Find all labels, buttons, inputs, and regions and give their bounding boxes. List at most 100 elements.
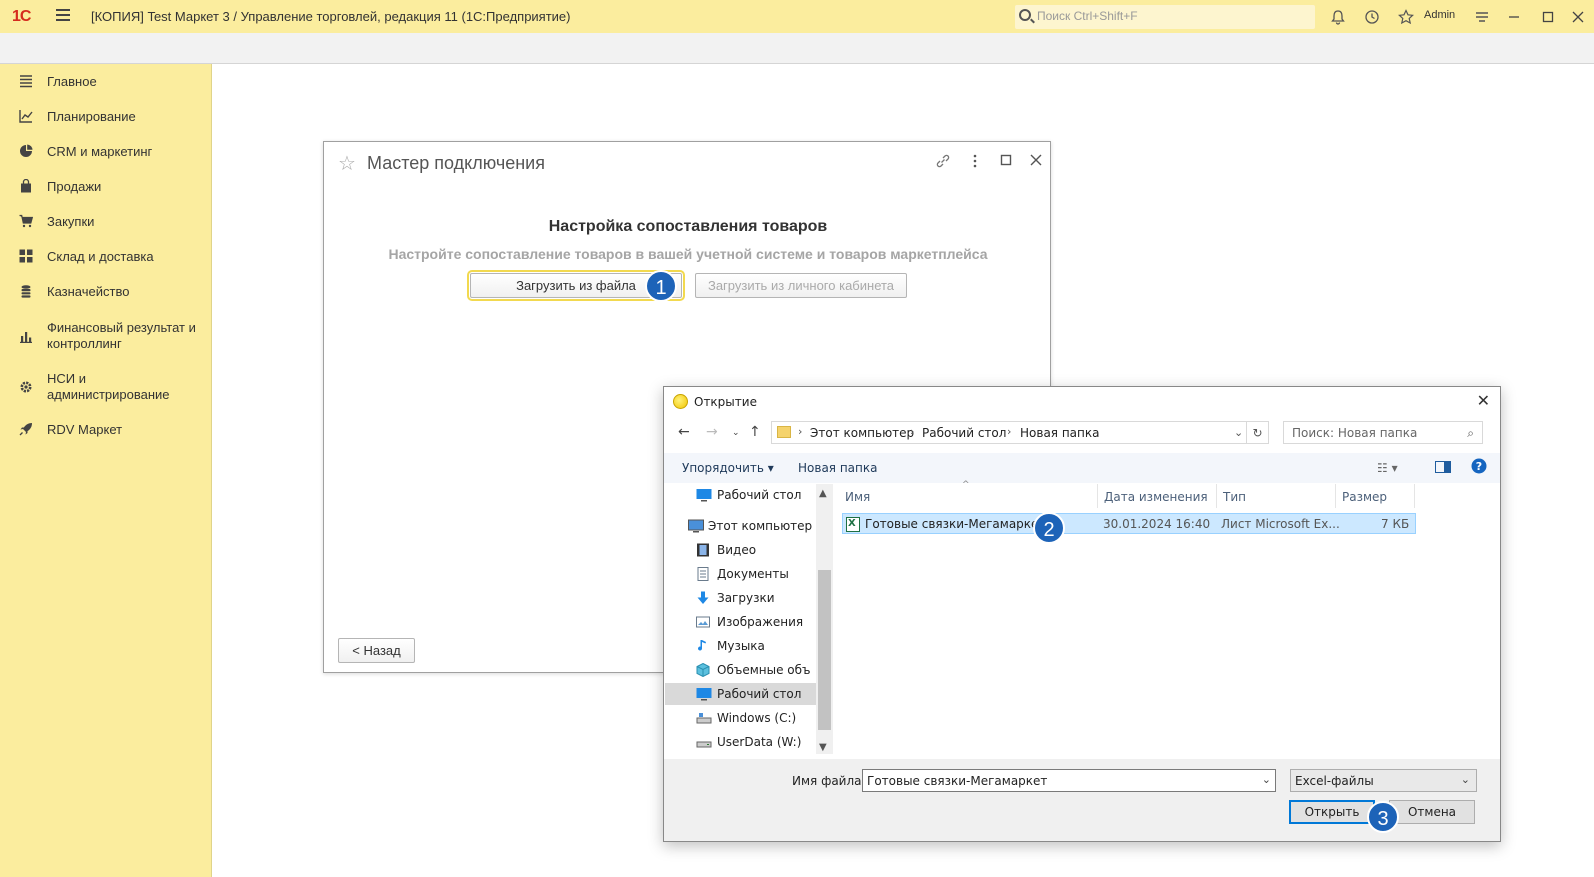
drive-icon bbox=[696, 711, 712, 725]
global-search-input[interactable]: Поиск Ctrl+Shift+F bbox=[1015, 5, 1315, 29]
music-icon bbox=[696, 639, 712, 653]
tree-item[interactable]: Музыка bbox=[665, 635, 817, 657]
new-folder-button[interactable]: Новая папка bbox=[798, 461, 877, 475]
navigation-tree: Рабочий стол Этот компьютер Видео Докуме… bbox=[665, 484, 817, 754]
tree-item[interactable]: Windows (C:) bbox=[665, 707, 817, 729]
file-date: 30.01.2024 16:40 bbox=[1103, 517, 1211, 531]
tree-scrollbar[interactable]: ▲ ▼ bbox=[816, 484, 833, 754]
tree-item-selected[interactable]: Рабочий стол bbox=[665, 683, 817, 705]
maximize-icon[interactable] bbox=[1000, 153, 1012, 169]
bag-icon bbox=[18, 178, 34, 195]
app-logo[interactable]: 1С bbox=[12, 8, 31, 26]
toolbar-strip bbox=[0, 33, 1594, 64]
bell-icon[interactable] bbox=[1328, 7, 1348, 27]
column-divider[interactable] bbox=[1335, 484, 1336, 508]
preview-pane-icon[interactable] bbox=[1435, 461, 1451, 476]
back-button[interactable]: < Назад bbox=[338, 638, 415, 663]
help-icon[interactable]: ? bbox=[1471, 458, 1487, 477]
close-icon[interactable] bbox=[1030, 153, 1042, 169]
tree-label: Загрузки bbox=[717, 591, 775, 605]
tree-label: Объемные объ bbox=[717, 663, 811, 677]
scroll-up-icon[interactable]: ▲ bbox=[819, 488, 827, 499]
scroll-thumb[interactable] bbox=[818, 570, 831, 730]
column-divider[interactable] bbox=[1414, 484, 1415, 508]
breadcrumb-separator-icon: › bbox=[910, 425, 915, 438]
chevron-down-icon: ⌄ bbox=[1460, 773, 1470, 786]
title-bar: 1С [КОПИЯ] Test Маркет 3 / Управление то… bbox=[0, 0, 1594, 33]
column-divider[interactable] bbox=[1097, 484, 1098, 508]
breadcrumb-item[interactable]: Этот компьютер bbox=[810, 426, 914, 440]
column-divider[interactable] bbox=[1216, 484, 1217, 508]
file-row[interactable]: Готовые связки-Мегамаркет 30.01.2024 16:… bbox=[842, 513, 1416, 534]
up-arrow-icon[interactable]: ↑ bbox=[749, 424, 761, 440]
tree-label: Windows (C:) bbox=[717, 711, 797, 725]
tree-label: Рабочий стол bbox=[717, 488, 802, 502]
breadcrumb-item[interactable]: Рабочий стол bbox=[922, 426, 1006, 440]
link-icon[interactable] bbox=[935, 153, 951, 172]
history-icon[interactable] bbox=[1362, 7, 1382, 27]
dialog-title: Мастер подключения bbox=[367, 153, 545, 173]
folder-icon bbox=[777, 426, 791, 438]
sidebar-item-label: Закупки bbox=[47, 214, 95, 229]
filename-input[interactable]: Готовые связки-Мегамаркет ⌄ bbox=[862, 769, 1276, 792]
tree-item[interactable]: Загрузки bbox=[665, 587, 817, 609]
open-button[interactable]: Открыть bbox=[1289, 800, 1375, 824]
step-badge: 2 bbox=[1033, 512, 1065, 544]
tree-label: Музыка bbox=[717, 639, 765, 653]
close-icon[interactable] bbox=[1568, 7, 1588, 27]
scroll-down-icon[interactable]: ▼ bbox=[819, 742, 827, 753]
filetype-select[interactable]: Excel-файлы ⌄ bbox=[1290, 769, 1477, 792]
star-icon[interactable] bbox=[1396, 7, 1416, 27]
app-icon bbox=[673, 394, 688, 409]
forward-arrow-icon[interactable]: → bbox=[706, 424, 718, 440]
breadcrumb-item[interactable]: Новая папка bbox=[1020, 426, 1099, 440]
organize-menu[interactable]: Упорядочить ▾ bbox=[682, 461, 774, 475]
command-bar: Упорядочить ▾ Новая папка ☷ ▾ ? bbox=[664, 453, 1500, 483]
more-actions-icon[interactable] bbox=[972, 153, 978, 172]
search-icon bbox=[1019, 9, 1031, 21]
column-headers: ^ Имя Дата изменения Тип Размер bbox=[842, 480, 1422, 508]
column-name[interactable]: Имя bbox=[845, 490, 870, 504]
tree-item[interactable]: Объемные объ bbox=[665, 659, 817, 681]
column-type[interactable]: Тип bbox=[1223, 490, 1246, 504]
load-from-cabinet-button[interactable]: Загрузить из личного кабинета bbox=[695, 273, 907, 298]
tree-item[interactable]: Изображения bbox=[665, 611, 817, 633]
recent-locations-chevron-icon[interactable]: ⌄ bbox=[732, 428, 740, 438]
cart-icon bbox=[18, 214, 34, 230]
tree-item[interactable]: Рабочий стол bbox=[665, 484, 817, 506]
chevron-down-icon[interactable]: ⌄ bbox=[1262, 773, 1271, 786]
tree-item[interactable]: Этот компьютер bbox=[665, 515, 817, 537]
sidebar-item-label: Склад и доставка bbox=[47, 249, 154, 264]
view-options-icon[interactable]: ☷ ▾ bbox=[1377, 461, 1398, 475]
pie-chart-icon bbox=[18, 144, 34, 160]
step-badge: 3 bbox=[1367, 801, 1399, 833]
computer-icon bbox=[688, 519, 704, 533]
folder-search-input[interactable]: Поиск: Новая папка ⌕ bbox=[1283, 421, 1483, 444]
breadcrumb-separator-icon: › bbox=[798, 425, 803, 438]
settings-menu-icon[interactable] bbox=[1472, 7, 1492, 27]
main-menu-icon[interactable] bbox=[56, 9, 70, 23]
chevron-down-icon[interactable]: ⌄ bbox=[1234, 426, 1243, 439]
address-bar[interactable]: › Этот компьютер › Рабочий стол › Новая … bbox=[771, 421, 1247, 444]
grid-icon bbox=[18, 249, 34, 265]
cancel-button[interactable]: Отмена bbox=[1389, 800, 1475, 824]
images-icon bbox=[696, 615, 712, 629]
favorite-star-icon[interactable]: ☆ bbox=[338, 151, 356, 176]
tree-item[interactable]: UserData (W:) bbox=[665, 731, 817, 753]
column-size[interactable]: Размер bbox=[1342, 490, 1387, 504]
tree-item[interactable]: Документы bbox=[665, 563, 817, 585]
tree-label: Документы bbox=[717, 567, 789, 581]
step-badge: 1 bbox=[645, 270, 677, 302]
back-arrow-icon[interactable]: ← bbox=[678, 424, 690, 440]
tree-item[interactable]: Видео bbox=[665, 539, 817, 561]
documents-icon bbox=[696, 567, 712, 581]
refresh-icon[interactable]: ↻ bbox=[1247, 421, 1269, 444]
wizard-heading: Настройка сопоставления товаров bbox=[548, 218, 828, 235]
user-name[interactable]: Admin bbox=[1424, 9, 1455, 21]
column-date[interactable]: Дата изменения bbox=[1104, 490, 1208, 504]
minimize-icon[interactable] bbox=[1504, 7, 1524, 27]
chart-line-icon bbox=[18, 109, 34, 125]
close-icon[interactable]: ✕ bbox=[1477, 391, 1490, 410]
file-type: Лист Microsoft Ex... bbox=[1221, 517, 1340, 531]
maximize-icon[interactable] bbox=[1538, 7, 1558, 27]
